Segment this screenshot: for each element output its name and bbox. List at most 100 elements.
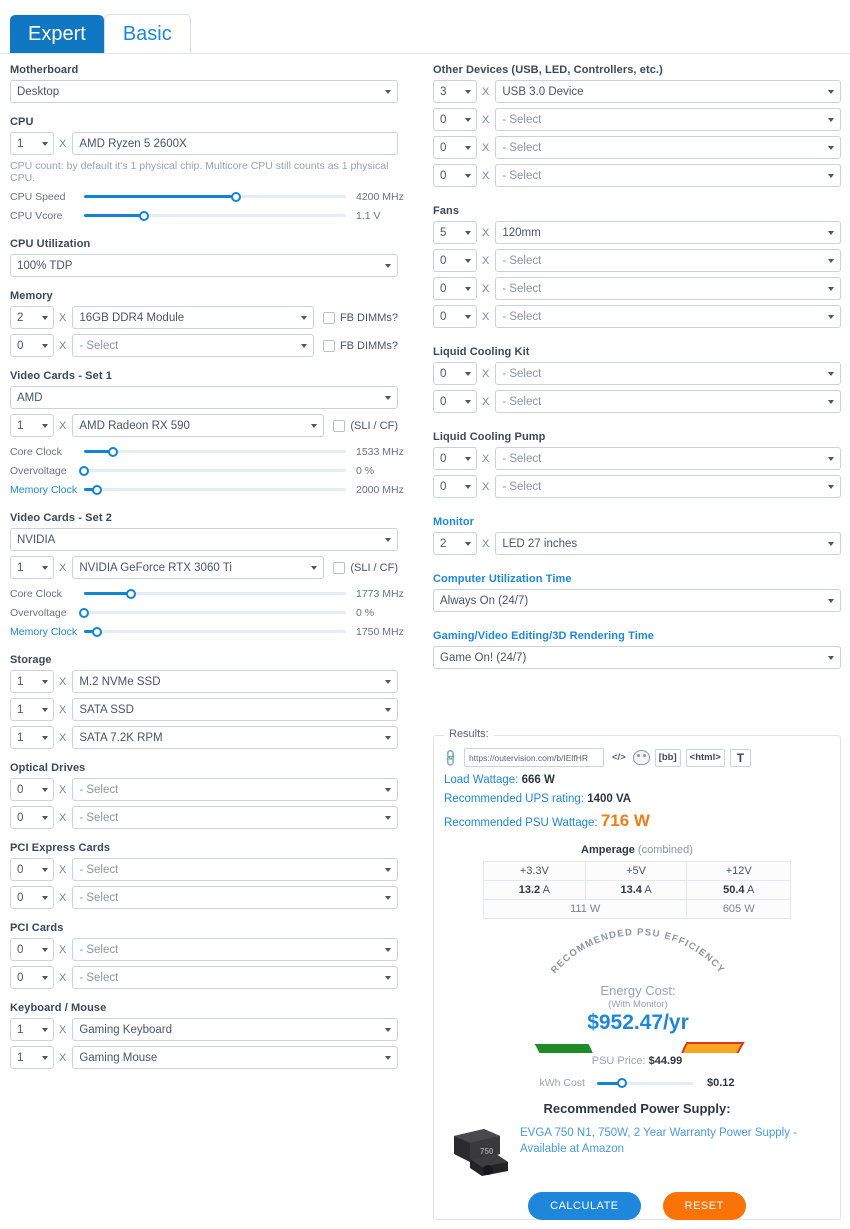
memory-qty-select-1[interactable]: 2 xyxy=(10,306,54,329)
slider-handle[interactable] xyxy=(139,211,149,221)
slider-handle[interactable] xyxy=(231,192,241,202)
storage-qty-select-1[interactable]: 1 xyxy=(10,670,54,693)
other-qty-select-4[interactable]: 0 xyxy=(433,164,477,187)
memory-qty-select-2[interactable]: 0 xyxy=(10,334,54,357)
pcie-model-select-2[interactable]: - Select xyxy=(72,886,398,909)
slider-handle[interactable] xyxy=(92,627,102,637)
video1-model-select[interactable]: AMD Radeon RX 590 xyxy=(72,414,324,437)
text-button[interactable]: T xyxy=(730,749,751,767)
storage-model-select-1[interactable]: M.2 NVMe SSD xyxy=(72,670,398,693)
pcie-qty-select-1[interactable]: 0 xyxy=(10,858,54,881)
reset-button[interactable]: RESET xyxy=(663,1192,746,1220)
cooling-kit-qty-select-2[interactable]: 0 xyxy=(433,390,477,413)
optical-model-select-1[interactable]: - Select xyxy=(72,778,398,801)
other-model-select-3[interactable]: - Select xyxy=(495,136,841,159)
calculate-button[interactable]: CALCULATE xyxy=(528,1192,640,1220)
fan-qty-select-2[interactable]: 0 xyxy=(433,249,477,272)
cooling-kit-model-select-2[interactable]: - Select xyxy=(495,390,841,413)
monitor-model-select[interactable]: LED 27 inches xyxy=(495,532,841,555)
motherboard-select[interactable]: Desktop xyxy=(10,80,398,103)
reddit-share-button[interactable] xyxy=(633,749,650,767)
fan-qty-select-4[interactable]: 0 xyxy=(433,305,477,328)
pci-model-select-2[interactable]: - Select xyxy=(72,966,398,989)
cooling-kit-qty-select-1[interactable]: 0 xyxy=(433,362,477,385)
gaming-time-select[interactable]: Game On! (24/7) xyxy=(433,646,841,669)
cpu-qty-select[interactable]: 1 xyxy=(10,132,54,155)
video1-overvoltage-slider[interactable] xyxy=(84,469,346,472)
chevron-down-icon xyxy=(301,316,307,320)
video1-brand-select[interactable]: AMD xyxy=(10,386,398,409)
fan-model-select-3[interactable]: - Select xyxy=(495,277,841,300)
cooling-pump-model-select-1[interactable]: - Select xyxy=(495,447,841,470)
pci-model-select-1[interactable]: - Select xyxy=(72,938,398,961)
cooling-pump-qty-select-2[interactable]: 0 xyxy=(433,475,477,498)
pci-qty-select-2[interactable]: 0 xyxy=(10,966,54,989)
storage-model-select-2[interactable]: SATA SSD xyxy=(72,698,398,721)
html-button[interactable]: <html> xyxy=(686,749,725,767)
video1-memory-clock-slider[interactable] xyxy=(84,488,346,491)
optical-qty-select-1[interactable]: 0 xyxy=(10,778,54,801)
tab-basic[interactable]: Basic xyxy=(104,14,191,54)
kbmouse-qty-select-2[interactable]: 1 xyxy=(10,1046,54,1069)
pcie-qty-select-2[interactable]: 0 xyxy=(10,886,54,909)
other-qty-select-3[interactable]: 0 xyxy=(433,136,477,159)
video2-memory-clock-slider[interactable] xyxy=(84,630,346,633)
video2-core-clock-slider[interactable] xyxy=(84,592,346,595)
kbmouse-qty-select-1[interactable]: 1 xyxy=(10,1018,54,1041)
memory-model-select-2[interactable]: - Select xyxy=(72,334,314,357)
bbcode-button[interactable]: [bb] xyxy=(655,749,681,767)
pci-qty-select-1[interactable]: 0 xyxy=(10,938,54,961)
fan-model-select-2[interactable]: - Select xyxy=(495,249,841,272)
slider-handle[interactable] xyxy=(92,485,102,495)
cooling-pump-model-select-2[interactable]: - Select xyxy=(495,475,841,498)
other-model-select-4[interactable]: - Select xyxy=(495,164,841,187)
pcie-model-select-1[interactable]: - Select xyxy=(72,858,398,881)
video2-brand-select[interactable]: NVIDIA xyxy=(10,528,398,551)
video2-model-select[interactable]: NVIDIA GeForce RTX 3060 Ti xyxy=(72,556,324,579)
share-url-input[interactable]: https://outervision.com/b/IElfHR xyxy=(464,748,604,767)
other-qty-select-2[interactable]: 0 xyxy=(433,108,477,131)
recommended-psu-link[interactable]: EVGA 750 N1, 750W, 2 Year Warranty Power… xyxy=(520,1126,826,1157)
cpu-utilization-select[interactable]: 100% TDP xyxy=(10,254,398,277)
slider-handle[interactable] xyxy=(108,447,118,457)
other-qty-select-1[interactable]: 3 xyxy=(433,80,477,103)
cooling-pump-qty-select-1[interactable]: 0 xyxy=(433,447,477,470)
memory-model-select-1[interactable]: 16GB DDR4 Module xyxy=(72,306,314,329)
memory-fbdimm-checkbox-2[interactable] xyxy=(323,340,335,352)
storage-qty-select-2[interactable]: 1 xyxy=(10,698,54,721)
fan-qty-select-3[interactable]: 0 xyxy=(433,277,477,300)
fan-model-select-4[interactable]: - Select xyxy=(495,305,841,328)
video2-sli-checkbox[interactable] xyxy=(333,562,345,574)
mouse-select[interactable]: Gaming Mouse xyxy=(72,1046,398,1069)
memory-qty-value-1: 2 xyxy=(17,312,23,324)
tab-expert[interactable]: Expert xyxy=(10,15,104,54)
video1-core-clock-slider[interactable] xyxy=(84,450,346,453)
video2-overvoltage-slider[interactable] xyxy=(84,611,346,614)
cpu-model-select[interactable]: AMD Ryzen 5 2600X xyxy=(72,132,398,155)
other-model-select-1[interactable]: USB 3.0 Device xyxy=(495,80,841,103)
optical-qty-select-2[interactable]: 0 xyxy=(10,806,54,829)
embed-code-button[interactable]: </> xyxy=(612,749,626,767)
watts-combined-33v-5v: 111 W xyxy=(484,900,687,919)
cpu-vcore-slider[interactable] xyxy=(84,214,346,217)
fan-model-select-1[interactable]: 120mm xyxy=(495,221,841,244)
other-model-select-2[interactable]: - Select xyxy=(495,108,841,131)
memory-fbdimm-checkbox-1[interactable] xyxy=(323,312,335,324)
cooling-kit-model-select-1[interactable]: - Select xyxy=(495,362,841,385)
keyboard-select[interactable]: Gaming Keyboard xyxy=(72,1018,398,1041)
slider-handle[interactable] xyxy=(126,589,136,599)
utilization-time-select[interactable]: Always On (24/7) xyxy=(433,589,841,612)
video1-qty-select[interactable]: 1 xyxy=(10,414,54,437)
optical-model-select-2[interactable]: - Select xyxy=(72,806,398,829)
fan-qty-select-1[interactable]: 5 xyxy=(433,221,477,244)
cpu-speed-slider[interactable] xyxy=(84,195,346,198)
slider-handle[interactable] xyxy=(79,466,89,476)
kwh-cost-slider[interactable] xyxy=(597,1082,693,1085)
monitor-qty-select[interactable]: 2 xyxy=(433,532,477,555)
storage-qty-select-3[interactable]: 1 xyxy=(10,726,54,749)
storage-model-select-3[interactable]: SATA 7.2K RPM xyxy=(72,726,398,749)
video2-qty-select[interactable]: 1 xyxy=(10,556,54,579)
slider-handle[interactable] xyxy=(617,1078,627,1088)
video1-sli-checkbox[interactable] xyxy=(333,420,345,432)
slider-handle[interactable] xyxy=(79,608,89,618)
